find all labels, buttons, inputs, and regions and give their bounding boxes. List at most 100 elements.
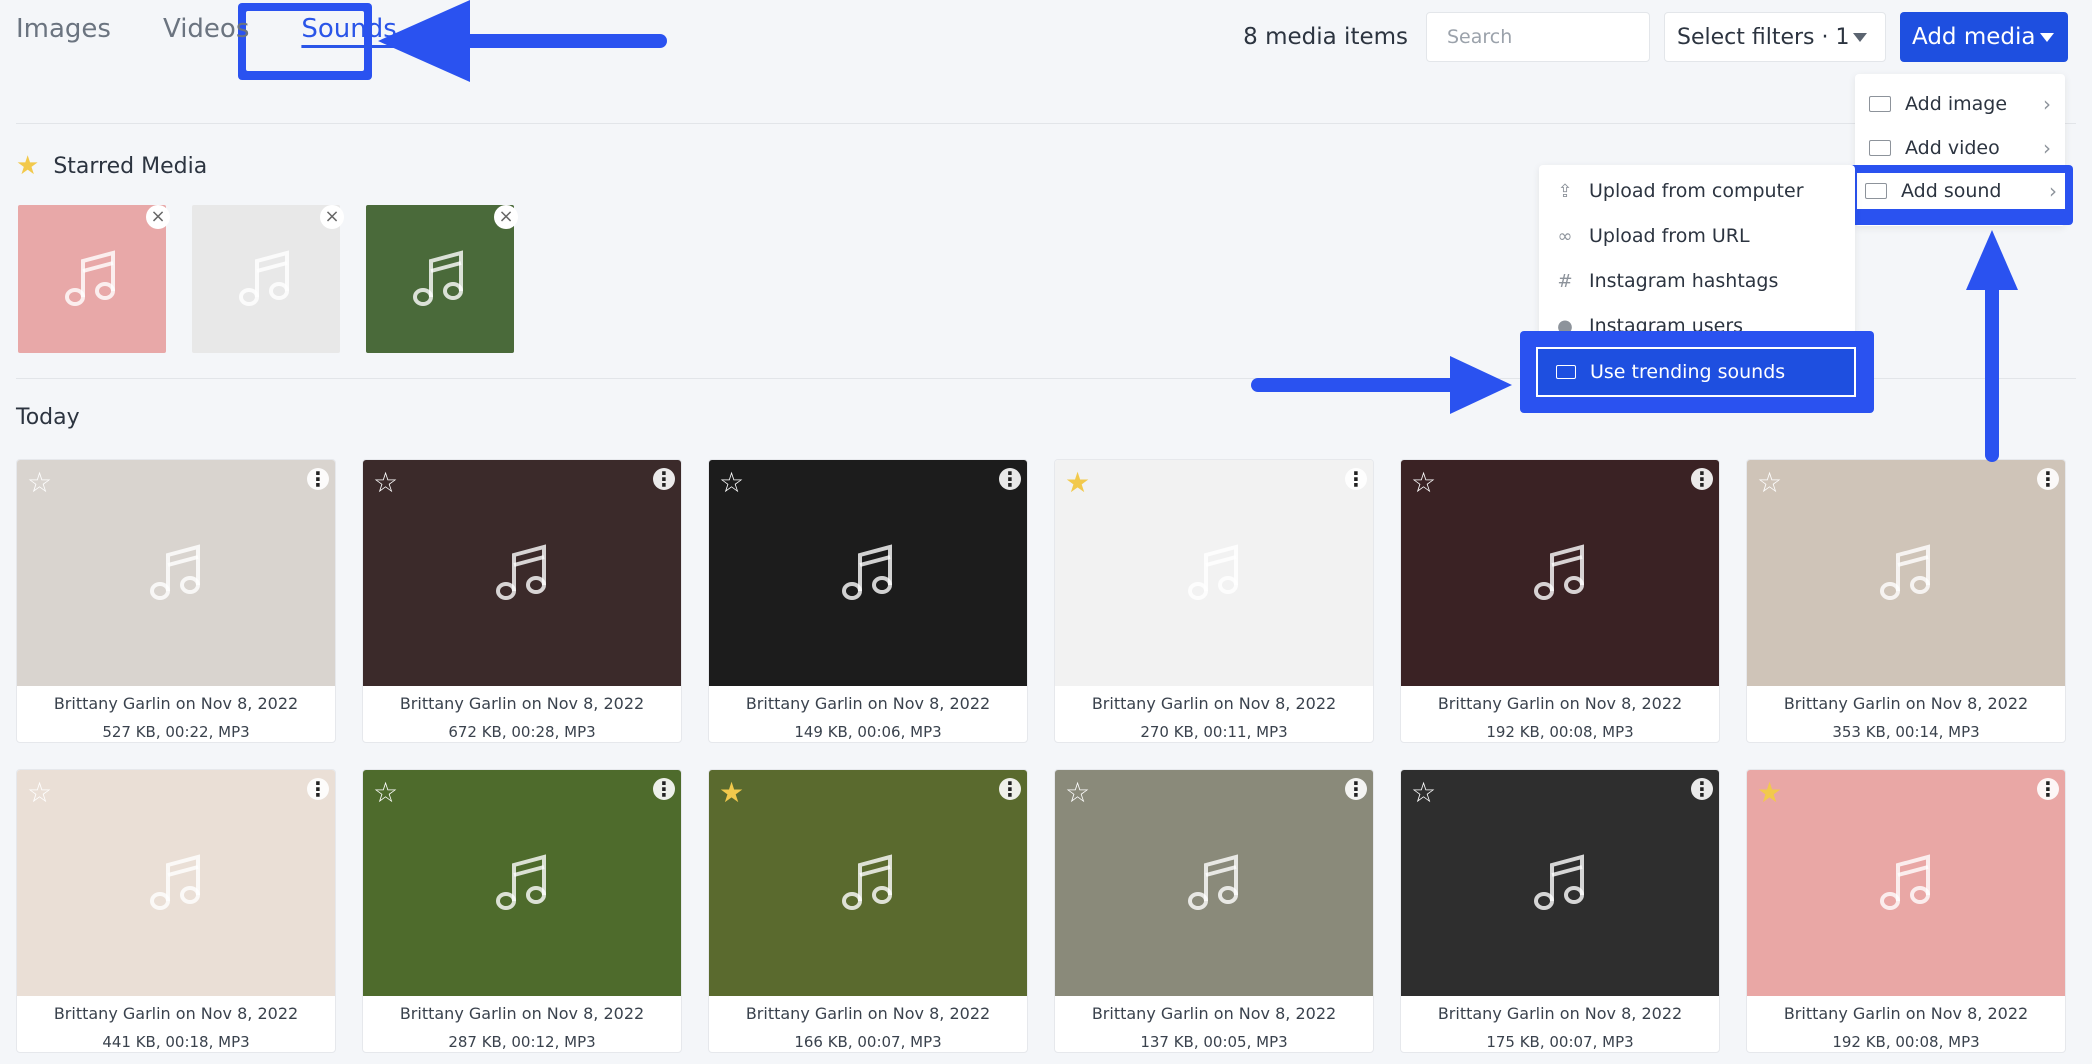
media-info: 166 KB, 00:07, MP3: [794, 1033, 942, 1051]
chevron-right-icon: ›: [2049, 179, 2057, 203]
starred-item[interactable]: ×: [192, 205, 344, 353]
media-thumbnail[interactable]: ☆ ⋮: [17, 460, 335, 686]
star-icon[interactable]: ☆: [719, 468, 744, 498]
media-author: Brittany Garlin on Nov 8, 2022: [745, 1004, 991, 1023]
hashtag-icon: #: [1557, 270, 1573, 292]
more-options-icon[interactable]: ⋮: [653, 468, 675, 490]
media-info: 441 KB, 00:18, MP3: [102, 1033, 250, 1051]
menu-item-add-sound[interactable]: Add sound ›: [1857, 173, 2065, 209]
submenu-upload-url[interactable]: ∞ Upload from URL: [1555, 216, 1750, 256]
video-icon: [1869, 140, 1891, 156]
link-icon: ∞: [1557, 225, 1573, 247]
submenu-label: Instagram hashtags: [1589, 270, 1779, 292]
add-media-label: Add media: [1912, 24, 2036, 50]
star-icon[interactable]: ☆: [1411, 468, 1436, 498]
starred-item[interactable]: ×: [18, 205, 170, 353]
search-input[interactable]: [1426, 12, 1650, 62]
media-info: 527 KB, 00:22, MP3: [102, 723, 250, 741]
media-card[interactable]: ☆ ⋮ Brittany Garlin on Nov 8, 2022 353 KB, …: [1746, 459, 2066, 743]
tab-sounds[interactable]: Sounds: [301, 14, 396, 44]
chevron-right-icon: ›: [2043, 92, 2051, 116]
media-card[interactable]: ☆ ⋮ Brittany Garlin on Nov 8, 2022 192 KB, …: [1400, 459, 1720, 743]
more-options-icon[interactable]: ⋮: [999, 778, 1021, 800]
menu-item-label: Add sound: [1901, 180, 2002, 202]
music-note-icon: [1534, 854, 1584, 910]
star-icon[interactable]: ☆: [27, 778, 52, 808]
star-icon[interactable]: ☆: [1757, 468, 1782, 498]
star-icon[interactable]: ★: [1757, 778, 1782, 808]
submenu-use-trending-sounds[interactable]: Use trending sounds: [1536, 347, 1856, 397]
submenu-instagram-hashtags[interactable]: # Instagram hashtags: [1555, 261, 1778, 301]
filter-select[interactable]: Select filters · 1: [1664, 12, 1886, 62]
media-author: Brittany Garlin on Nov 8, 2022: [1783, 1004, 2029, 1023]
menu-item-add-video[interactable]: Add video ›: [1855, 128, 2065, 168]
media-info: 192 KB, 00:08, MP3: [1486, 723, 1634, 741]
media-card[interactable]: ☆ ⋮ Brittany Garlin on Nov 8, 2022 441 KB, …: [16, 769, 336, 1053]
submenu-upload-computer[interactable]: ⇪ Upload from computer: [1555, 171, 1804, 211]
media-thumbnail[interactable]: ☆ ⋮: [709, 460, 1027, 686]
media-card[interactable]: ☆ ⋮ Brittany Garlin on Nov 8, 2022 149 KB, …: [708, 459, 1028, 743]
media-info: 672 KB, 00:28, MP3: [448, 723, 596, 741]
more-options-icon[interactable]: ⋮: [307, 468, 329, 490]
media-thumbnail[interactable]: ☆ ⋮: [1401, 460, 1719, 686]
media-card[interactable]: ★ ⋮ Brittany Garlin on Nov 8, 2022 166 KB, …: [708, 769, 1028, 1053]
star-icon[interactable]: ☆: [27, 468, 52, 498]
close-icon[interactable]: ×: [320, 205, 344, 229]
more-options-icon[interactable]: ⋮: [999, 468, 1021, 490]
more-options-icon[interactable]: ⋮: [1691, 778, 1713, 800]
music-note-icon: [842, 544, 892, 600]
add-media-button[interactable]: Add media: [1900, 12, 2068, 62]
submenu-label: Upload from computer: [1589, 180, 1804, 202]
music-note-icon: [1188, 854, 1238, 910]
media-thumbnail[interactable]: ★ ⋮: [709, 770, 1027, 996]
media-card[interactable]: ☆ ⋮ Brittany Garlin on Nov 8, 2022 527 KB, …: [16, 459, 336, 743]
star-icon[interactable]: ☆: [373, 468, 398, 498]
media-thumbnail[interactable]: ☆ ⋮: [17, 770, 335, 996]
more-options-icon[interactable]: ⋮: [2037, 778, 2059, 800]
media-author: Brittany Garlin on Nov 8, 2022: [1437, 694, 1683, 713]
music-note-icon: [842, 854, 892, 910]
media-thumbnail[interactable]: ☆ ⋮: [1747, 460, 2065, 686]
star-icon[interactable]: ☆: [1065, 778, 1090, 808]
star-icon[interactable]: ☆: [373, 778, 398, 808]
tab-videos[interactable]: Videos: [163, 14, 249, 44]
sound-icon: [1556, 365, 1576, 379]
media-card[interactable]: ★ ⋮ Brittany Garlin on Nov 8, 2022 270 KB, …: [1054, 459, 1374, 743]
media-card[interactable]: ☆ ⋮ Brittany Garlin on Nov 8, 2022 175 KB, …: [1400, 769, 1720, 1053]
filter-label: Select filters · 1: [1677, 24, 1850, 50]
chevron-right-icon: ›: [2043, 136, 2051, 160]
more-options-icon[interactable]: ⋮: [1345, 468, 1367, 490]
media-info: 175 KB, 00:07, MP3: [1486, 1033, 1634, 1051]
media-thumbnail[interactable]: ☆ ⋮: [1401, 770, 1719, 996]
media-card[interactable]: ☆ ⋮ Brittany Garlin on Nov 8, 2022 287 KB, …: [362, 769, 682, 1053]
more-options-icon[interactable]: ⋮: [1691, 468, 1713, 490]
star-icon[interactable]: ★: [719, 778, 744, 808]
media-thumbnail[interactable]: ★ ⋮: [1055, 460, 1373, 686]
starred-section-title: ★ Starred Media: [16, 151, 207, 181]
media-tabs: Images Videos Sounds: [16, 14, 397, 44]
music-note-icon: [65, 250, 115, 306]
close-icon[interactable]: ×: [146, 205, 170, 229]
media-thumbnail[interactable]: ☆ ⋮: [1055, 770, 1373, 996]
starred-list: × × ×: [18, 205, 518, 353]
star-icon: ★: [16, 151, 40, 181]
more-options-icon[interactable]: ⋮: [307, 778, 329, 800]
more-options-icon[interactable]: ⋮: [1345, 778, 1367, 800]
more-options-icon[interactable]: ⋮: [2037, 468, 2059, 490]
media-thumbnail[interactable]: ☆ ⋮: [363, 460, 681, 686]
media-card[interactable]: ☆ ⋮ Brittany Garlin on Nov 8, 2022 672 KB, …: [362, 459, 682, 743]
menu-item-label: Add image: [1905, 93, 2008, 115]
starred-item[interactable]: ×: [366, 205, 518, 353]
star-icon[interactable]: ☆: [1411, 778, 1436, 808]
media-card[interactable]: ☆ ⋮ Brittany Garlin on Nov 8, 2022 137 KB, …: [1054, 769, 1374, 1053]
media-card[interactable]: ★ ⋮ Brittany Garlin on Nov 8, 2022 192 KB, …: [1746, 769, 2066, 1053]
media-thumbnail[interactable]: ★ ⋮: [1747, 770, 2065, 996]
close-icon[interactable]: ×: [494, 205, 518, 229]
music-note-icon: [1880, 854, 1930, 910]
tab-images[interactable]: Images: [16, 14, 111, 44]
more-options-icon[interactable]: ⋮: [653, 778, 675, 800]
star-icon[interactable]: ★: [1065, 468, 1090, 498]
media-author: Brittany Garlin on Nov 8, 2022: [1091, 694, 1337, 713]
media-thumbnail[interactable]: ☆ ⋮: [363, 770, 681, 996]
menu-item-add-image[interactable]: Add image ›: [1855, 84, 2065, 124]
